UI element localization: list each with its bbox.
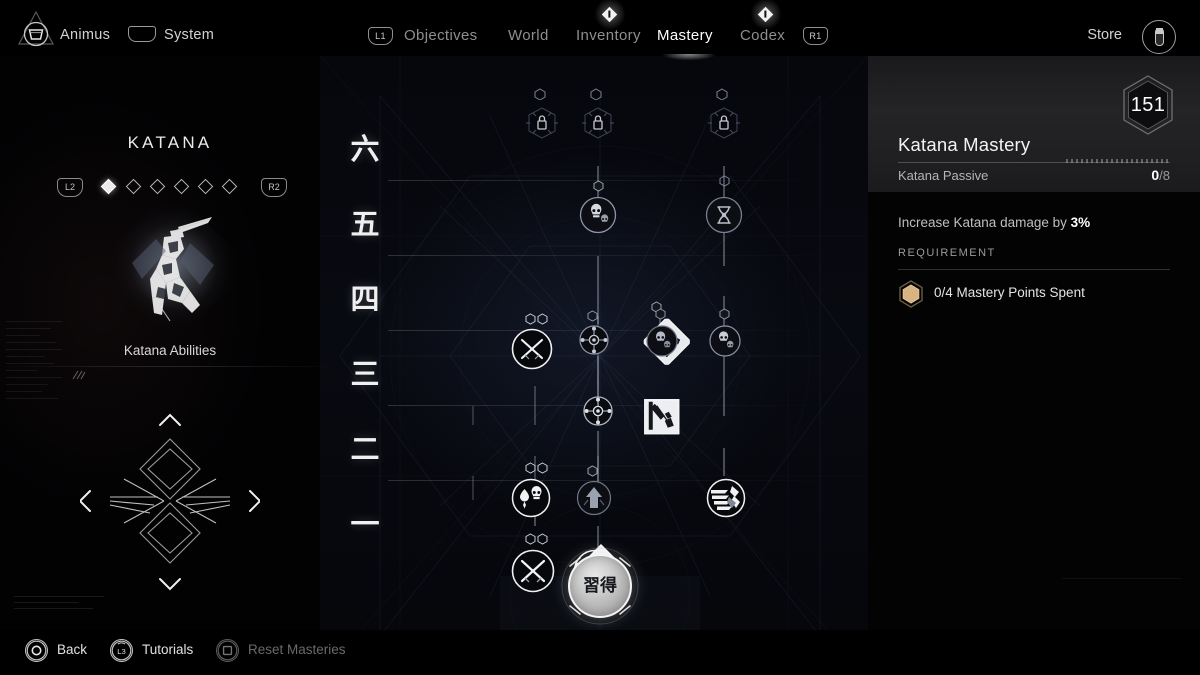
edge-connector-c: [655, 308, 666, 320]
node-tier5-center-skull[interactable]: [578, 195, 618, 240]
page-dot-4[interactable]: [173, 178, 190, 195]
node-tier4-skull-left[interactable]: [645, 324, 679, 363]
mastery-progress-total: 8: [1162, 168, 1170, 183]
edge-connector-e: [587, 465, 598, 477]
l3-stick-icon: L3: [110, 639, 133, 662]
cost-pips-tier4-left: [525, 313, 548, 325]
node-tier5-right-hourglass[interactable]: [704, 195, 744, 240]
left-faint-bars: [14, 596, 104, 618]
page-dot-6[interactable]: [221, 178, 238, 195]
mastery-subtitle: Katana Passive: [898, 168, 989, 183]
tab-mastery[interactable]: Mastery: [657, 27, 713, 44]
node-tier4-radial-burst[interactable]: [578, 324, 610, 361]
back-label: Back: [57, 642, 88, 657]
page-dot-5[interactable]: [197, 178, 214, 195]
tab-inventory[interactable]: Inventory: [576, 27, 641, 44]
mastery-points-value: 151: [1130, 93, 1166, 116]
nav-tabs: Objectives World Inventory Mastery Codex: [404, 0, 804, 68]
node-tier3-center-radial[interactable]: [582, 395, 614, 432]
mastery-detail-panel: 151 Katana Mastery Katana Passive 0/8 In…: [868, 56, 1200, 631]
cost-pip-tier5-right: [719, 175, 730, 187]
tutorials-label: Tutorials: [142, 642, 194, 657]
detail-panel-body: Increase Katana damage by 3% REQUIREMENT…: [868, 192, 1200, 631]
cost-pip-tier4-radial: [587, 310, 598, 322]
mastery-progress: 0/8: [1151, 167, 1170, 183]
mastery-point-hex-icon: [899, 280, 923, 308]
node-tier6-left[interactable]: [522, 104, 562, 149]
store-capsule-icon[interactable]: [1142, 20, 1176, 54]
page-dot-1[interactable]: [100, 178, 117, 195]
node-tier1-crossed-blades[interactable]: [510, 548, 556, 599]
system-icon[interactable]: [128, 26, 156, 42]
edge-connector-d: [719, 308, 730, 320]
system-label[interactable]: System: [164, 27, 214, 43]
cost-pips-tier2-left: [525, 462, 548, 474]
requirement-rule: [898, 269, 1170, 270]
weapon-panel: KATANA L2 R2 Katana Abilities: [0, 56, 340, 631]
mastery-description-text: Increase Katana damage by: [898, 215, 1071, 230]
cost-pip-tier6-left: [534, 88, 546, 100]
node-tier2-upward-arrow[interactable]: [575, 479, 613, 522]
square-button-icon: [216, 639, 239, 662]
mastery-description: Increase Katana damage by 3%: [898, 214, 1178, 232]
page-dot-3[interactable]: [149, 178, 166, 195]
bottom-action-bar: Back L3 Tutorials Reset Masteries: [0, 630, 1200, 675]
node-tier2-poison-skull[interactable]: [510, 477, 552, 524]
tab-objectives[interactable]: Objectives: [404, 27, 478, 44]
svg-text:L3: L3: [117, 647, 126, 656]
hatch-marks-icon: [72, 370, 86, 380]
mastery-progress-current: 0: [1151, 167, 1160, 183]
trigger-r2-icon[interactable]: R2: [261, 178, 287, 197]
node-tier2-right-dash[interactable]: [705, 477, 747, 524]
animus-logo-icon[interactable]: [16, 10, 56, 48]
cost-pips-tier1-left: [525, 533, 548, 545]
node-tier6-right[interactable]: [704, 104, 744, 149]
panel-faint-line: [1062, 578, 1182, 579]
root-node-label: 習得: [583, 576, 617, 596]
weapon-title: KATANA: [127, 133, 213, 152]
requirement-header: REQUIREMENT: [898, 247, 996, 259]
reset-masteries-label: Reset Masteries: [248, 642, 346, 657]
animus-label[interactable]: Animus: [60, 27, 110, 43]
page-dot-2[interactable]: [125, 178, 142, 195]
node-tier6-center[interactable]: [578, 104, 618, 149]
mastery-root-node[interactable]: 習得: [568, 554, 632, 618]
top-navigation-bar: Animus System L1 R1 Objectives World Inv…: [0, 0, 1200, 68]
progress-dashes: [1066, 159, 1170, 163]
cost-pip-tier6-right: [716, 88, 728, 100]
mastery-description-value: 3%: [1070, 215, 1091, 230]
requirement-text: 0/4 Mastery Points Spent: [934, 285, 1085, 300]
bumper-r1-icon[interactable]: R1: [803, 27, 828, 45]
store-label[interactable]: Store: [1087, 27, 1122, 43]
mastery-title: Katana Mastery: [898, 134, 1031, 155]
cost-pip-tier6-center: [590, 88, 602, 100]
node-tier4-crossed-blades[interactable]: [510, 327, 554, 376]
tab-world[interactable]: World: [508, 27, 549, 44]
tab-codex[interactable]: Codex: [740, 27, 785, 44]
circle-button-icon: [25, 639, 48, 662]
left-texture-lines: [6, 321, 62, 441]
directional-navigation: [78, 401, 262, 601]
weapon-pager: L2 R2: [0, 174, 340, 202]
edge-connector-a: [593, 180, 604, 192]
node-tier4-skull-right[interactable]: [708, 324, 742, 363]
bumper-l1-icon[interactable]: L1: [368, 27, 393, 45]
trigger-l2-icon[interactable]: L2: [57, 178, 83, 197]
katana-warrior-art: [108, 203, 236, 331]
tab-mastery-underline: [652, 54, 726, 68]
mastery-tree: 六 五 四 三 二 一 習得: [320, 56, 868, 675]
mastery-screen: Animus System L1 R1 Objectives World Inv…: [0, 0, 1200, 675]
